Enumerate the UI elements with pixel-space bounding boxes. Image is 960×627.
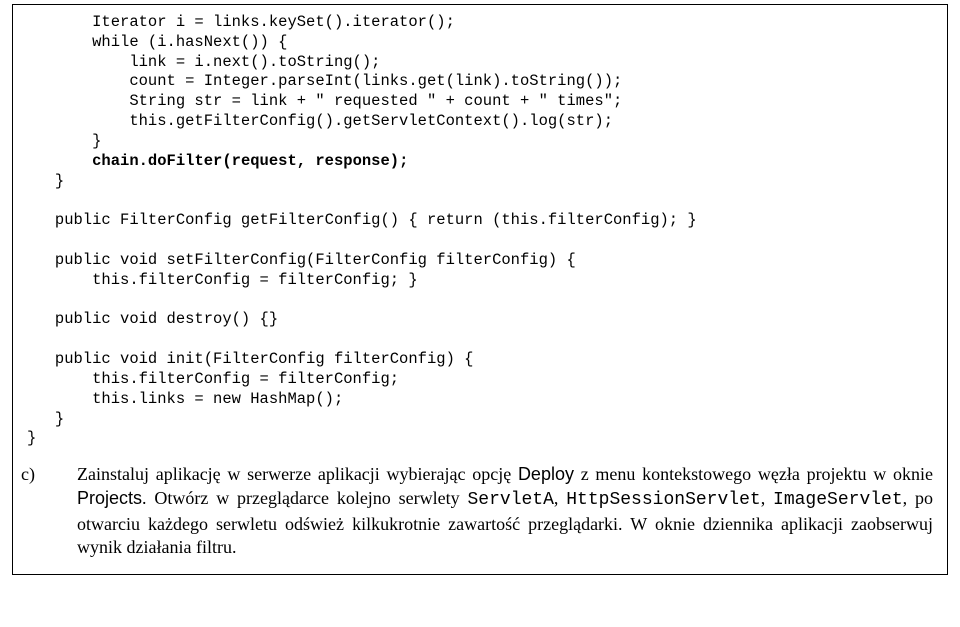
servlet-name: ImageServlet [773,490,903,510]
code-line-bold: chain.doFilter(request, response); [92,152,408,170]
code-line: } [27,429,36,447]
code-line: this.filterConfig = filterConfig; } [27,271,418,289]
code-line: public void setFilterConfig(FilterConfig… [27,251,576,269]
code-line: } [27,132,101,150]
code-line: } [27,410,64,428]
code-line: String str = link + " requested " + coun… [27,92,622,110]
servlet-name: ServletA [467,490,553,510]
code-line: link = i.next().toString(); [27,53,380,71]
code-line: Iterator i = links.keySet().iterator(); [27,13,455,31]
code-line: count = Integer.parseInt(links.get(link)… [27,72,622,90]
instruction-paragraph: c)Zainstaluj aplikację w serwerze aplika… [27,463,933,560]
code-line: this.filterConfig = filterConfig; [27,370,399,388]
prose-text: , [554,488,566,508]
ui-term-projects: Projects [77,488,142,508]
code-line: } [27,172,64,190]
code-line: this.getFilterConfig().getServletContext… [27,112,613,130]
code-line [27,152,92,170]
code-line: public void destroy() {} [27,310,278,328]
list-label: c) [49,463,77,487]
code-line: public void init(FilterConfig filterConf… [27,350,473,368]
code-line: while (i.hasNext()) { [27,33,287,51]
code-line: public FilterConfig getFilterConfig() { … [27,211,697,229]
code-block: Iterator i = links.keySet().iterator(); … [27,13,933,449]
prose-text: z menu kontekstowego węzła projektu w ok… [574,464,933,484]
prose-text: Zainstaluj aplikację w serwerze aplikacj… [77,464,518,484]
prose-text: , [761,488,773,508]
code-line: this.links = new HashMap(); [27,390,343,408]
servlet-name: HttpSessionServlet [566,490,760,510]
ui-term-deploy: Deploy [518,464,574,484]
document-frame: Iterator i = links.keySet().iterator(); … [12,4,948,575]
prose-text: . Otwórz w przeglądarce kolejno serwlety [142,488,467,508]
